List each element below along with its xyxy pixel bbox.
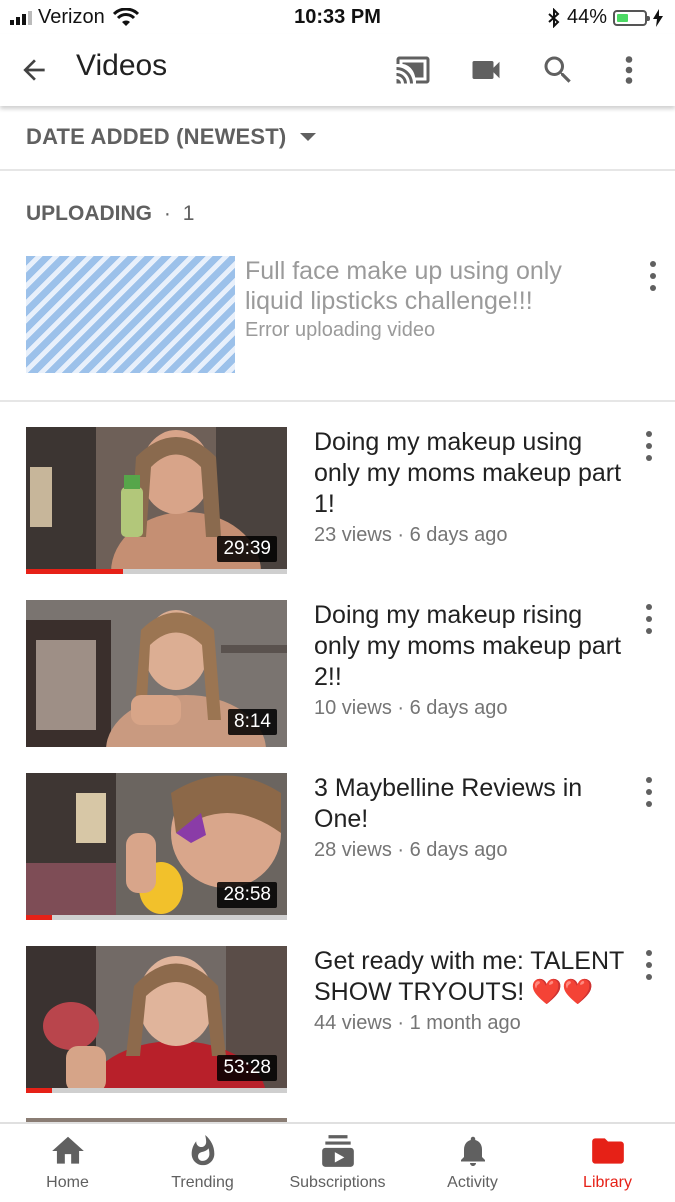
video-duration: 28:58 — [217, 882, 277, 908]
divider — [0, 169, 675, 171]
video-thumbnail[interactable]: 53:28 — [26, 946, 287, 1093]
bell-icon — [460, 1136, 485, 1166]
battery-percent: 44% — [566, 6, 607, 28]
video-title[interactable]: 3 Maybelline Reviews in One! — [314, 773, 624, 835]
uploading-more-icon[interactable] — [648, 261, 658, 291]
video-title-block[interactable]: Doing my makeup rising only my moms make… — [314, 600, 624, 724]
nav-label: Trending — [171, 1174, 234, 1191]
video-title-block[interactable]: Get ready with me: TALENT SHOW TRYOUTS! … — [314, 946, 624, 1039]
uploading-count: 1 — [182, 202, 195, 225]
video-title[interactable]: Doing my makeup rising only my moms make… — [314, 600, 624, 693]
video-more-icon[interactable] — [644, 777, 654, 807]
cast-icon[interactable] — [395, 52, 431, 88]
uploading-separator: · — [163, 202, 171, 225]
home-icon — [51, 1136, 84, 1164]
sort-label: DATE ADDED (NEWEST) — [26, 124, 287, 149]
bluetooth-icon — [548, 7, 560, 28]
watch-progress — [26, 569, 123, 574]
progress-track — [26, 1088, 287, 1093]
search-icon[interactable] — [540, 52, 576, 88]
video-meta: 10 views · 6 days ago — [314, 697, 508, 719]
nav-label: Subscriptions — [289, 1174, 386, 1191]
video-meta: 44 views · 1 month ago — [314, 1012, 521, 1034]
video-item[interactable]: 8:14 Doing my makeup rising only my moms… — [0, 600, 675, 750]
uploading-thumbnail[interactable] — [26, 256, 235, 373]
video-item[interactable]: 53:28 Get ready with me: TALENT SHOW TRY… — [0, 946, 675, 1096]
nav-home[interactable]: Home — [0, 1132, 135, 1192]
charging-icon — [653, 8, 663, 27]
bottom-nav: Home Trending Subscriptions Activity Lib… — [0, 1122, 675, 1202]
video-thumbnail[interactable]: 29:39 — [26, 427, 287, 574]
video-title[interactable]: Doing my makeup using only my moms makeu… — [314, 427, 624, 520]
flame-icon — [191, 1134, 214, 1166]
nav-library[interactable]: Library — [540, 1132, 675, 1192]
video-duration: 8:14 — [228, 709, 277, 735]
uploading-title[interactable]: Full face make up using only liquid lips… — [245, 256, 625, 316]
video-title[interactable]: Get ready with me: TALENT SHOW TRYOUTS! … — [314, 946, 624, 1008]
video-more-icon[interactable] — [644, 431, 654, 461]
watch-progress — [26, 1088, 53, 1093]
subscriptions-icon — [321, 1135, 354, 1167]
video-more-icon[interactable] — [644, 604, 654, 634]
video-title-block[interactable]: 3 Maybelline Reviews in One! 28 views · … — [314, 773, 624, 866]
nav-label: Activity — [447, 1174, 498, 1191]
divider — [0, 400, 675, 402]
uploading-status: Error uploading video — [245, 319, 436, 341]
video-more-icon[interactable] — [644, 950, 654, 980]
video-item[interactable]: 29:39 Doing my makeup using only my moms… — [0, 427, 675, 577]
watch-progress — [26, 915, 53, 920]
video-duration: 29:39 — [217, 536, 277, 562]
nav-label: Home — [46, 1174, 89, 1191]
camera-icon[interactable] — [468, 52, 504, 88]
video-item[interactable]: 28:58 3 Maybelline Reviews in One! 28 vi… — [0, 773, 675, 923]
nav-activity[interactable]: Activity — [405, 1132, 540, 1192]
status-right: 44% — [547, 6, 663, 29]
nav-trending[interactable]: Trending — [135, 1132, 270, 1192]
back-arrow-icon[interactable] — [18, 54, 50, 86]
uploading-header: UPLOADING · 1 — [26, 202, 194, 226]
folder-icon — [591, 1138, 624, 1164]
page-title: Videos — [76, 49, 168, 82]
nav-label: Library — [583, 1174, 632, 1191]
more-vert-icon[interactable] — [611, 52, 647, 88]
uploading-label: UPLOADING — [26, 202, 152, 225]
battery-icon — [613, 9, 650, 26]
video-title-block[interactable]: Doing my makeup using only my moms makeu… — [314, 427, 624, 551]
app-bar: Videos — [0, 34, 675, 106]
dropdown-arrow-icon — [300, 133, 317, 141]
video-meta: 23 views · 6 days ago — [314, 524, 508, 546]
status-bar: Verizon 10:33 PM 44% — [0, 0, 675, 34]
progress-track — [26, 915, 287, 920]
video-thumbnail[interactable]: 28:58 — [26, 773, 287, 920]
video-duration: 53:28 — [217, 1055, 277, 1081]
video-meta: 28 views · 6 days ago — [314, 839, 508, 861]
video-thumbnail[interactable]: 8:14 — [26, 600, 287, 747]
sort-dropdown[interactable]: DATE ADDED (NEWEST) — [26, 124, 318, 150]
nav-subscriptions[interactable]: Subscriptions — [270, 1132, 405, 1192]
